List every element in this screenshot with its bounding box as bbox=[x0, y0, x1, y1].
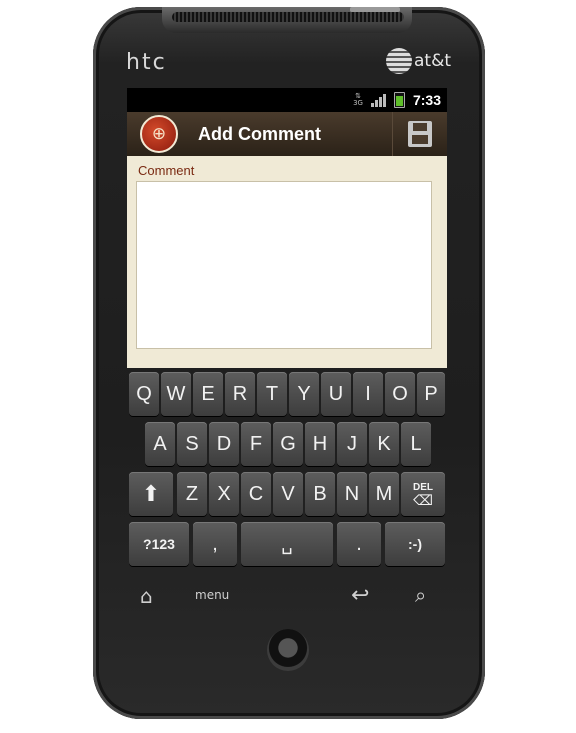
key-e[interactable]: E bbox=[193, 372, 223, 416]
period-key[interactable]: . bbox=[337, 522, 381, 566]
key-j[interactable]: J bbox=[337, 422, 367, 466]
home-icon[interactable]: ⌂ bbox=[140, 584, 153, 608]
network-indicator: ⇅ 3G bbox=[353, 92, 363, 107]
key-k[interactable]: K bbox=[369, 422, 399, 466]
key-s[interactable]: S bbox=[177, 422, 207, 466]
key-d[interactable]: D bbox=[209, 422, 239, 466]
speaker-grill bbox=[172, 12, 404, 22]
status-bar: ⇅ 3G 7:33 bbox=[127, 88, 447, 112]
carrier-logo: at&t bbox=[386, 48, 451, 74]
backspace-icon: ⌫ bbox=[413, 492, 433, 508]
save-button[interactable] bbox=[392, 112, 447, 156]
menu-button[interactable]: menu bbox=[195, 588, 229, 602]
floppy-disk-icon bbox=[408, 121, 432, 147]
clock: 7:33 bbox=[412, 92, 441, 108]
key-v[interactable]: V bbox=[273, 472, 303, 516]
comma-key[interactable]: , bbox=[193, 522, 237, 566]
shift-arrow-icon: ⬆ bbox=[141, 481, 161, 506]
screen: ⇅ 3G 7:33 ⊕ Add Comment Comment bbox=[127, 88, 447, 368]
hardware-nav: ⌂ menu ↩ ⌕ bbox=[127, 580, 447, 610]
carrier-globe-icon bbox=[386, 48, 412, 74]
key-f[interactable]: F bbox=[241, 422, 271, 466]
back-arrow-icon[interactable]: ↩ bbox=[351, 583, 369, 608]
brand-logo: htc bbox=[126, 50, 167, 75]
shift-key[interactable]: ⬆ bbox=[129, 472, 173, 516]
key-b[interactable]: B bbox=[305, 472, 335, 516]
key-q[interactable]: Q bbox=[129, 372, 159, 416]
app-title-bar: ⊕ Add Comment bbox=[127, 112, 447, 156]
space-bar-icon: ␣ bbox=[281, 533, 293, 554]
key-z[interactable]: Z bbox=[177, 472, 207, 516]
globe-logo-icon[interactable]: ⊕ bbox=[140, 115, 178, 153]
page-title: Add Comment bbox=[198, 123, 321, 144]
key-n[interactable]: N bbox=[337, 472, 367, 516]
key-r[interactable]: R bbox=[225, 372, 255, 416]
smiley-key[interactable]: :-) bbox=[385, 522, 445, 566]
key-o[interactable]: O bbox=[385, 372, 415, 416]
power-button[interactable] bbox=[350, 7, 400, 12]
key-l[interactable]: L bbox=[401, 422, 431, 466]
search-icon[interactable]: ⌕ bbox=[415, 583, 426, 607]
key-c[interactable]: C bbox=[241, 472, 271, 516]
key-i[interactable]: I bbox=[353, 372, 383, 416]
key-p[interactable]: P bbox=[417, 372, 445, 416]
symbols-key[interactable]: ?123 bbox=[129, 522, 189, 566]
key-u[interactable]: U bbox=[321, 372, 351, 416]
soft-keyboard: Q W E R T Y U I O P A S D F G H J K L ⬆ … bbox=[127, 368, 447, 570]
battery-icon bbox=[393, 92, 405, 108]
key-g[interactable]: G bbox=[273, 422, 303, 466]
key-t[interactable]: T bbox=[257, 372, 287, 416]
comment-input[interactable] bbox=[136, 181, 432, 349]
trackball[interactable] bbox=[267, 629, 309, 671]
key-a[interactable]: A bbox=[145, 422, 175, 466]
key-x[interactable]: X bbox=[209, 472, 239, 516]
key-m[interactable]: M bbox=[369, 472, 399, 516]
key-w[interactable]: W bbox=[161, 372, 191, 416]
key-h[interactable]: H bbox=[305, 422, 335, 466]
space-key[interactable]: ␣ bbox=[241, 522, 333, 566]
signal-icon bbox=[370, 93, 386, 107]
key-y[interactable]: Y bbox=[289, 372, 319, 416]
carrier-name: at&t bbox=[414, 51, 452, 71]
delete-key[interactable]: DEL ⌫ bbox=[401, 472, 445, 516]
comment-label: Comment bbox=[138, 163, 195, 178]
